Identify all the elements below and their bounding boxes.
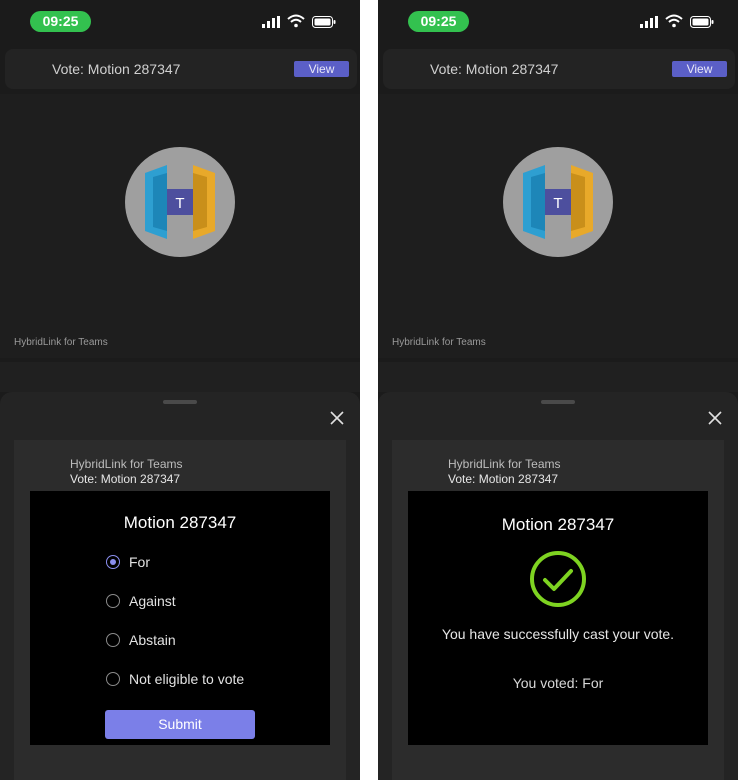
meeting-stage: T HybridLink for Teams xyxy=(378,94,738,358)
stage-app-label: HybridLink for Teams xyxy=(14,337,108,348)
success-message: You have successfully cast your vote. xyxy=(441,626,675,642)
meeting-title: Vote: Motion 287347 xyxy=(430,61,559,77)
vote-card: HybridLink for Teams Vote: Motion 287347… xyxy=(392,440,724,780)
status-time: 09:25 xyxy=(30,11,91,32)
view-button[interactable]: View xyxy=(294,61,349,77)
status-bar: 09:25 xyxy=(378,0,738,44)
radio-for[interactable] xyxy=(106,555,120,569)
logo-letter: T xyxy=(553,195,562,212)
checkmark-success-icon xyxy=(530,551,586,607)
meeting-title: Vote: Motion 287347 xyxy=(52,61,181,77)
meeting-header: Vote: Motion 287347 View xyxy=(5,49,357,89)
stage-app-label: HybridLink for Teams xyxy=(392,337,486,348)
phone-screen-confirmation: 09:25 Vote: Motion 287347 View T HybridL… xyxy=(378,0,738,780)
battery-icon xyxy=(312,16,336,28)
card-app-name: HybridLink for Teams xyxy=(448,457,561,471)
radio-not-eligible[interactable] xyxy=(106,672,120,686)
meeting-header: Vote: Motion 287347 View xyxy=(383,49,735,89)
vote-confirmation: Motion 287347 You have successfully cast… xyxy=(408,491,708,745)
status-time: 09:25 xyxy=(408,11,469,32)
option-not-eligible-label: Not eligible to vote xyxy=(129,671,245,687)
card-app-name: HybridLink for Teams xyxy=(70,457,183,471)
bottom-sheet: HybridLink for Teams Vote: Motion 287347… xyxy=(378,392,738,780)
card-subtitle: Vote: Motion 287347 xyxy=(70,472,181,486)
signal-icon xyxy=(640,16,658,28)
view-button[interactable]: View xyxy=(672,61,727,77)
submit-button[interactable]: Submit xyxy=(105,710,255,739)
stage-divider xyxy=(378,362,738,392)
hybridlink-logo-icon: T xyxy=(503,147,613,257)
vote-card: HybridLink for Teams Vote: Motion 287347… xyxy=(14,440,346,780)
vote-form: Motion 287347 For Against Abstain Not el… xyxy=(30,491,330,745)
meeting-stage: T HybridLink for Teams xyxy=(0,94,360,358)
hybridlink-logo-icon: T xyxy=(125,147,235,257)
signal-icon xyxy=(262,16,280,28)
sheet-grabber[interactable] xyxy=(541,400,575,404)
option-abstain-label: Abstain xyxy=(129,632,176,648)
wifi-icon xyxy=(665,14,683,28)
battery-icon xyxy=(690,16,714,28)
voted-choice: You voted: For xyxy=(512,675,604,691)
phone-screen-vote-form: 09:25 Vote: Motion 287347 View T HybridL… xyxy=(0,0,360,780)
wifi-icon xyxy=(287,14,305,28)
bottom-sheet: HybridLink for Teams Vote: Motion 287347… xyxy=(0,392,360,780)
option-for-label: For xyxy=(129,554,150,570)
option-against-label: Against xyxy=(129,593,176,609)
stage-divider xyxy=(0,362,360,392)
sheet-grabber[interactable] xyxy=(163,400,197,404)
motion-title: Motion 287347 xyxy=(501,515,615,534)
status-bar: 09:25 xyxy=(0,0,360,44)
close-icon[interactable] xyxy=(330,411,344,425)
radio-against[interactable] xyxy=(106,594,120,608)
motion-title: Motion 287347 xyxy=(123,513,237,532)
card-subtitle: Vote: Motion 287347 xyxy=(448,472,559,486)
logo-letter: T xyxy=(175,195,184,212)
radio-abstain[interactable] xyxy=(106,633,120,647)
close-icon[interactable] xyxy=(708,411,722,425)
